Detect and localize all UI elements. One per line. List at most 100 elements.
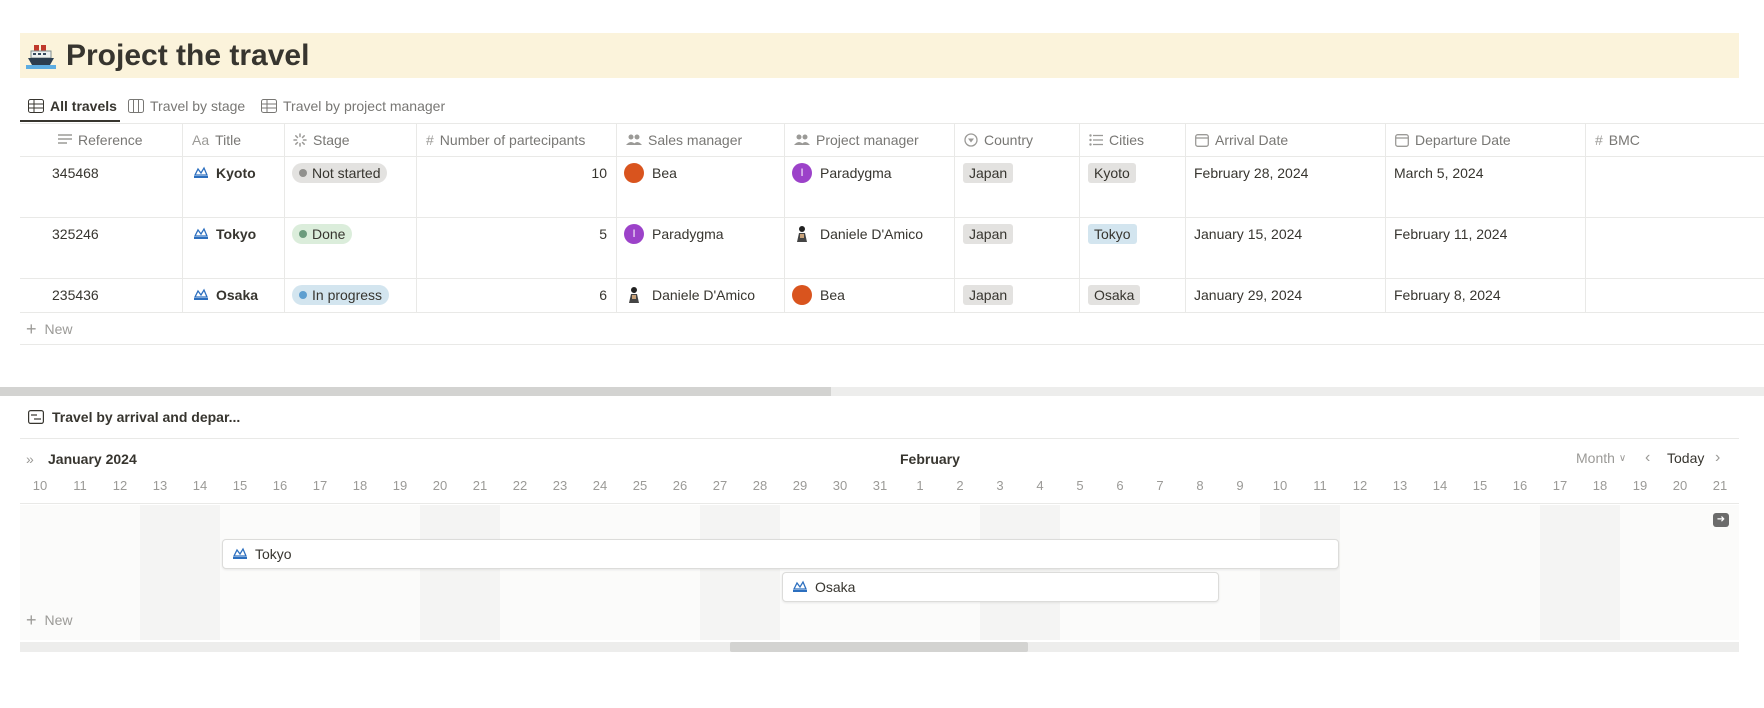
column-header-departure-date[interactable]: Departure Date	[1395, 124, 1511, 156]
cell-arrival-date[interactable]: February 28, 2024	[1194, 162, 1308, 184]
timeline-day-label: 24	[592, 478, 608, 493]
timeline-day-label: 13	[1392, 478, 1408, 493]
column-label: Country	[984, 132, 1034, 148]
title-banner: Project the travel	[20, 33, 1739, 78]
column-header-stage[interactable]: Stage	[293, 124, 350, 156]
new-row-button[interactable]: + New	[26, 318, 73, 340]
cell-arrival-date[interactable]: January 29, 2024	[1194, 284, 1302, 306]
cell-stage[interactable]: Not started	[292, 162, 388, 184]
column-label: Stage	[313, 132, 350, 148]
cell-participants[interactable]: 5	[426, 223, 607, 245]
timeline-view-tab[interactable]: Travel by arrival and depar...	[28, 409, 240, 425]
tab-travel-by-project-manager[interactable]: Travel by project manager	[261, 93, 445, 119]
cell-cities[interactable]: Tokyo	[1088, 223, 1137, 245]
avatar	[792, 285, 812, 305]
tab-all-travels[interactable]: All travels	[28, 93, 117, 119]
timeline-day-label: 18	[352, 478, 368, 493]
column-header-country[interactable]: Country	[964, 124, 1033, 156]
today-button[interactable]: Today	[1667, 450, 1704, 466]
column-header-reference[interactable]: Reference	[58, 124, 143, 156]
divider	[20, 344, 1764, 345]
timeline-bar-osaka[interactable]: Osaka	[782, 572, 1219, 602]
cell-sales-manager[interactable]: I Paradygma	[624, 223, 724, 245]
column-header-bmc[interactable]: # BMC	[1595, 124, 1640, 156]
city-tag: Kyoto	[1088, 163, 1136, 183]
column-header-participants[interactable]: # Number of partecipants	[426, 124, 585, 156]
person-illustration-icon	[797, 226, 807, 242]
cell-participants[interactable]: 10	[426, 162, 607, 184]
table-scrollbar-thumb[interactable]	[0, 387, 831, 396]
cell-sales-manager[interactable]: Bea	[624, 162, 677, 184]
timeline-day-label: 3	[996, 478, 1004, 493]
cell-sales-manager[interactable]: Daniele D'Amico	[624, 284, 755, 306]
status-badge: Not started	[292, 163, 388, 183]
scale-label: Month	[1576, 450, 1615, 466]
cell-project-manager[interactable]: I Paradygma	[792, 162, 892, 184]
timeline-day-label: 25	[632, 478, 648, 493]
cell-reference[interactable]: 235436	[52, 284, 99, 306]
cell-departure-date[interactable]: February 11, 2024	[1394, 223, 1507, 245]
expand-sidebar-icon[interactable]: »	[26, 451, 34, 467]
timeline-day-label: 26	[672, 478, 688, 493]
column-header-title[interactable]: Aa Title	[192, 124, 241, 156]
next-arrow-icon[interactable]: ›	[1715, 449, 1720, 467]
person-name: Bea	[820, 287, 845, 303]
cell-departure-date[interactable]: February 8, 2024	[1394, 284, 1501, 306]
cell-stage[interactable]: In progress	[292, 284, 390, 306]
ship-icon	[26, 45, 56, 69]
bar-title: Tokyo	[255, 546, 292, 562]
column-header-sales-manager[interactable]: Sales manager	[626, 124, 742, 156]
timeline-bar-tokyo[interactable]: Tokyo	[222, 539, 1339, 569]
timeline-day-label: 15	[1472, 478, 1488, 493]
column-header-cities[interactable]: Cities	[1089, 124, 1144, 156]
cell-title[interactable]: Kyoto	[194, 162, 256, 184]
cell-stage[interactable]: Done	[292, 223, 353, 245]
timeline-day-label: 21	[1712, 478, 1728, 493]
luggage-icon	[793, 580, 807, 592]
timeline-scrollbar-thumb[interactable]	[730, 642, 1028, 652]
cell-reference[interactable]: 345468	[52, 162, 99, 184]
timeline-day-label: 30	[832, 478, 848, 493]
cell-title[interactable]: Tokyo	[194, 223, 256, 245]
status-dot	[299, 169, 307, 177]
scale-dropdown[interactable]: Month ∨	[1576, 450, 1626, 466]
timeline-day-label: 10	[1272, 478, 1288, 493]
cell-country[interactable]: Japan	[963, 284, 1014, 306]
column-divider	[416, 123, 417, 312]
cell-project-manager[interactable]: Bea	[792, 284, 845, 306]
column-header-arrival-date[interactable]: Arrival Date	[1195, 124, 1288, 156]
timeline-day-label: 20	[432, 478, 448, 493]
title-text: Tokyo	[216, 226, 257, 242]
cell-title[interactable]: Osaka	[194, 284, 258, 306]
open-in-side-icon[interactable]: ➜	[1713, 513, 1729, 527]
timeline-icon	[28, 410, 44, 424]
cell-project-manager[interactable]: Daniele D'Amico	[792, 223, 923, 245]
divider	[20, 438, 1739, 439]
cell-participants[interactable]: 6	[426, 284, 607, 306]
timeline-day-label: 5	[1076, 478, 1084, 493]
cell-country[interactable]: Japan	[963, 223, 1014, 245]
cell-arrival-date[interactable]: January 15, 2024	[1194, 223, 1302, 245]
cell-reference[interactable]: 325246	[52, 223, 99, 245]
timeline-day-label: 19	[1632, 478, 1648, 493]
column-divider	[1185, 123, 1186, 312]
country-tag: Japan	[963, 224, 1014, 244]
tab-travel-by-stage[interactable]: Travel by stage	[128, 93, 245, 119]
status-text: Done	[312, 226, 346, 242]
divider	[20, 503, 1739, 504]
luggage-icon	[233, 547, 247, 559]
cell-cities[interactable]: Kyoto	[1088, 162, 1136, 184]
timeline-new-button[interactable]: + New	[26, 609, 73, 631]
column-label: Project manager	[816, 132, 919, 148]
column-header-project-manager[interactable]: Project manager	[794, 124, 919, 156]
timeline-day-label: 10	[32, 478, 48, 493]
cell-country[interactable]: Japan	[963, 162, 1014, 184]
cell-departure-date[interactable]: March 5, 2024	[1394, 162, 1484, 184]
column-label: BMC	[1608, 132, 1640, 148]
timeline-day-label: 27	[712, 478, 728, 493]
weekend-shade	[1540, 505, 1620, 640]
prev-arrow-icon[interactable]: ‹	[1645, 449, 1650, 467]
timeline-day-label: 4	[1036, 478, 1044, 493]
cell-cities[interactable]: Osaka	[1088, 284, 1141, 306]
city-tag: Osaka	[1088, 285, 1141, 305]
